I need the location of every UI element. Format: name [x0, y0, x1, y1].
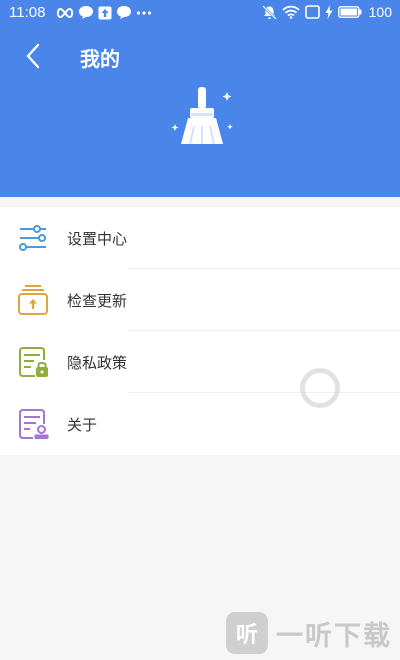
- status-bar: 11:08 100: [0, 0, 400, 26]
- chevron-left-icon: [26, 43, 40, 69]
- watermark-text: 一听下载: [276, 620, 392, 652]
- mute-icon: [261, 4, 277, 20]
- charging-icon: [325, 5, 333, 19]
- infinity-icon: [56, 7, 74, 18]
- menu-item-privacy-policy[interactable]: 隐私政策: [0, 331, 400, 393]
- wifi-icon: [282, 5, 300, 19]
- message-icon: [79, 6, 93, 19]
- watermark: 听 一听下载: [226, 612, 392, 654]
- menu-item-check-update[interactable]: 检查更新: [0, 269, 400, 331]
- upload-notification-icon: [98, 6, 112, 19]
- battery-level: 100: [368, 4, 392, 20]
- page-title: 我的: [80, 47, 120, 71]
- status-time: 11:08: [9, 4, 46, 21]
- header: 11:08 100 我的: [0, 0, 400, 197]
- update-icon: [16, 283, 50, 317]
- broom-icon: [171, 87, 233, 145]
- back-button[interactable]: [18, 38, 48, 74]
- loading-spinner: [300, 368, 340, 408]
- privacy-lock-icon: [16, 345, 50, 379]
- menu-list: 设置中心 检查更新 隐私政策 关于: [0, 207, 400, 455]
- menu-item-label: 关于: [67, 415, 98, 434]
- screen-icon: [304, 5, 320, 19]
- menu-item-label: 检查更新: [67, 291, 128, 310]
- menu-item-about[interactable]: 关于: [0, 393, 400, 455]
- message-icon-2: [117, 6, 131, 19]
- battery-icon: [337, 6, 362, 18]
- status-right-icons: 100: [261, 4, 392, 20]
- more-dots-icon: [136, 10, 152, 15]
- status-left-icons: [56, 5, 152, 20]
- menu-item-label: 隐私政策: [67, 353, 128, 372]
- about-document-icon: [16, 407, 50, 441]
- menu-item-settings[interactable]: 设置中心: [0, 207, 400, 269]
- menu-item-label: 设置中心: [67, 229, 128, 248]
- sliders-icon: [16, 221, 50, 255]
- watermark-badge: 听: [226, 612, 268, 654]
